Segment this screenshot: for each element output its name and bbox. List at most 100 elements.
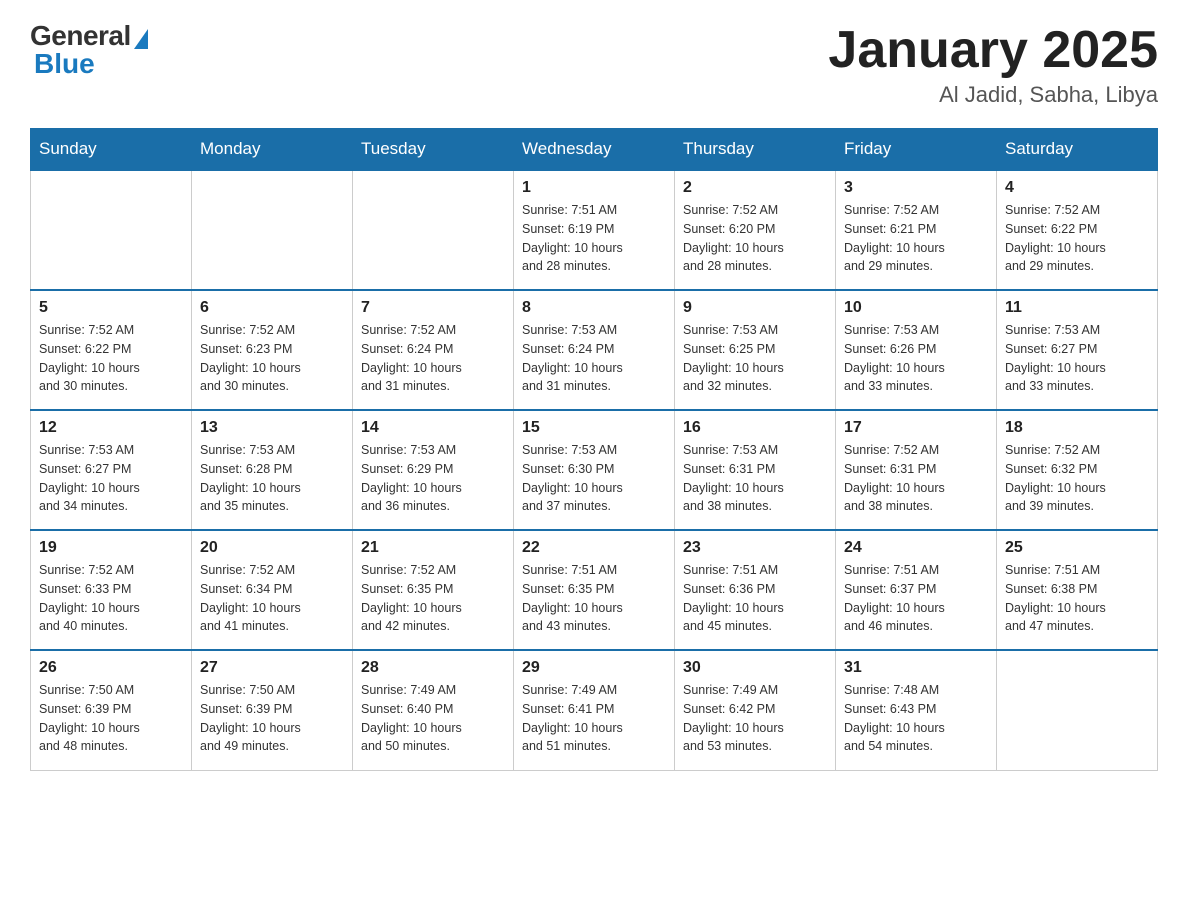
day-info: Sunrise: 7:51 AM Sunset: 6:35 PM Dayligh… bbox=[522, 561, 666, 636]
weekday-header-thursday: Thursday bbox=[675, 129, 836, 171]
calendar-cell: 24 Sunrise: 7:51 AM Sunset: 6:37 PM Dayli… bbox=[836, 530, 997, 650]
day-number: 31 bbox=[844, 659, 988, 677]
day-info: Sunrise: 7:49 AM Sunset: 6:41 PM Dayligh… bbox=[522, 681, 666, 756]
calendar-week-row: 5 Sunrise: 7:52 AM Sunset: 6:22 PM Daylig… bbox=[31, 290, 1158, 410]
calendar-cell: 19 Sunrise: 7:52 AM Sunset: 6:33 PM Dayli… bbox=[31, 530, 192, 650]
calendar-cell: 27 Sunrise: 7:50 AM Sunset: 6:39 PM Dayli… bbox=[192, 650, 353, 770]
day-info: Sunrise: 7:53 AM Sunset: 6:27 PM Dayligh… bbox=[39, 441, 183, 516]
day-info: Sunrise: 7:49 AM Sunset: 6:40 PM Dayligh… bbox=[361, 681, 505, 756]
day-number: 17 bbox=[844, 419, 988, 437]
calendar-cell: 26 Sunrise: 7:50 AM Sunset: 6:39 PM Dayli… bbox=[31, 650, 192, 770]
calendar-cell: 1 Sunrise: 7:51 AM Sunset: 6:19 PM Daylig… bbox=[514, 170, 675, 290]
calendar-cell: 11 Sunrise: 7:53 AM Sunset: 6:27 PM Dayli… bbox=[997, 290, 1158, 410]
day-number: 23 bbox=[683, 539, 827, 557]
day-info: Sunrise: 7:53 AM Sunset: 6:27 PM Dayligh… bbox=[1005, 321, 1149, 396]
day-info: Sunrise: 7:53 AM Sunset: 6:30 PM Dayligh… bbox=[522, 441, 666, 516]
calendar-cell: 9Sunrise: 7:53 AM Sunset: 6:25 PM Daylig… bbox=[675, 290, 836, 410]
calendar-cell: 14 Sunrise: 7:53 AM Sunset: 6:29 PM Dayli… bbox=[353, 410, 514, 530]
day-number: 25 bbox=[1005, 539, 1149, 557]
day-number: 7 bbox=[361, 299, 505, 317]
calendar-cell: 10Sunrise: 7:53 AM Sunset: 6:26 PM Dayli… bbox=[836, 290, 997, 410]
calendar-cell: 25Sunrise: 7:51 AM Sunset: 6:38 PM Dayli… bbox=[997, 530, 1158, 650]
weekday-header-monday: Monday bbox=[192, 129, 353, 171]
day-info: Sunrise: 7:52 AM Sunset: 6:34 PM Dayligh… bbox=[200, 561, 344, 636]
calendar-cell: 30Sunrise: 7:49 AM Sunset: 6:42 PM Dayli… bbox=[675, 650, 836, 770]
calendar-cell: 17 Sunrise: 7:52 AM Sunset: 6:31 PM Dayli… bbox=[836, 410, 997, 530]
weekday-header-friday: Friday bbox=[836, 129, 997, 171]
day-info: Sunrise: 7:52 AM Sunset: 6:32 PM Dayligh… bbox=[1005, 441, 1149, 516]
calendar-cell: 3Sunrise: 7:52 AM Sunset: 6:21 PM Daylig… bbox=[836, 170, 997, 290]
day-number: 29 bbox=[522, 659, 666, 677]
calendar-table: SundayMondayTuesdayWednesdayThursdayFrid… bbox=[30, 128, 1158, 771]
day-info: Sunrise: 7:52 AM Sunset: 6:24 PM Dayligh… bbox=[361, 321, 505, 396]
day-info: Sunrise: 7:49 AM Sunset: 6:42 PM Dayligh… bbox=[683, 681, 827, 756]
calendar-week-row: 12 Sunrise: 7:53 AM Sunset: 6:27 PM Dayli… bbox=[31, 410, 1158, 530]
calendar-cell: 6 Sunrise: 7:52 AM Sunset: 6:23 PM Daylig… bbox=[192, 290, 353, 410]
calendar-cell: 22 Sunrise: 7:51 AM Sunset: 6:35 PM Dayli… bbox=[514, 530, 675, 650]
calendar-cell: 15 Sunrise: 7:53 AM Sunset: 6:30 PM Dayli… bbox=[514, 410, 675, 530]
calendar-cell: 13 Sunrise: 7:53 AM Sunset: 6:28 PM Dayli… bbox=[192, 410, 353, 530]
day-info: Sunrise: 7:52 AM Sunset: 6:35 PM Dayligh… bbox=[361, 561, 505, 636]
day-info: Sunrise: 7:53 AM Sunset: 6:28 PM Dayligh… bbox=[200, 441, 344, 516]
calendar-cell: 20Sunrise: 7:52 AM Sunset: 6:34 PM Dayli… bbox=[192, 530, 353, 650]
day-number: 15 bbox=[522, 419, 666, 437]
day-number: 14 bbox=[361, 419, 505, 437]
day-info: Sunrise: 7:53 AM Sunset: 6:31 PM Dayligh… bbox=[683, 441, 827, 516]
day-info: Sunrise: 7:51 AM Sunset: 6:36 PM Dayligh… bbox=[683, 561, 827, 636]
day-number: 1 bbox=[522, 179, 666, 197]
day-info: Sunrise: 7:52 AM Sunset: 6:20 PM Dayligh… bbox=[683, 201, 827, 276]
calendar-cell: 12 Sunrise: 7:53 AM Sunset: 6:27 PM Dayli… bbox=[31, 410, 192, 530]
calendar-cell: 7 Sunrise: 7:52 AM Sunset: 6:24 PM Daylig… bbox=[353, 290, 514, 410]
calendar-cell: 8Sunrise: 7:53 AM Sunset: 6:24 PM Daylig… bbox=[514, 290, 675, 410]
weekday-header-wednesday: Wednesday bbox=[514, 129, 675, 171]
day-info: Sunrise: 7:51 AM Sunset: 6:37 PM Dayligh… bbox=[844, 561, 988, 636]
page-header: General Blue January 2025 Al Jadid, Sabh… bbox=[30, 20, 1158, 108]
day-number: 22 bbox=[522, 539, 666, 557]
day-number: 19 bbox=[39, 539, 183, 557]
day-number: 27 bbox=[200, 659, 344, 677]
day-number: 2 bbox=[683, 179, 827, 197]
calendar-cell: 23 Sunrise: 7:51 AM Sunset: 6:36 PM Dayli… bbox=[675, 530, 836, 650]
calendar-cell: 2 Sunrise: 7:52 AM Sunset: 6:20 PM Daylig… bbox=[675, 170, 836, 290]
day-info: Sunrise: 7:52 AM Sunset: 6:22 PM Dayligh… bbox=[39, 321, 183, 396]
calendar-cell bbox=[997, 650, 1158, 770]
weekday-header-saturday: Saturday bbox=[997, 129, 1158, 171]
day-number: 11 bbox=[1005, 299, 1149, 317]
day-number: 26 bbox=[39, 659, 183, 677]
calendar-cell bbox=[353, 170, 514, 290]
day-info: Sunrise: 7:50 AM Sunset: 6:39 PM Dayligh… bbox=[39, 681, 183, 756]
day-info: Sunrise: 7:50 AM Sunset: 6:39 PM Dayligh… bbox=[200, 681, 344, 756]
day-info: Sunrise: 7:51 AM Sunset: 6:19 PM Dayligh… bbox=[522, 201, 666, 276]
day-info: Sunrise: 7:48 AM Sunset: 6:43 PM Dayligh… bbox=[844, 681, 988, 756]
calendar-cell: 31 Sunrise: 7:48 AM Sunset: 6:43 PM Dayli… bbox=[836, 650, 997, 770]
calendar-cell: 16 Sunrise: 7:53 AM Sunset: 6:31 PM Dayli… bbox=[675, 410, 836, 530]
day-info: Sunrise: 7:53 AM Sunset: 6:29 PM Dayligh… bbox=[361, 441, 505, 516]
day-info: Sunrise: 7:52 AM Sunset: 6:23 PM Dayligh… bbox=[200, 321, 344, 396]
day-number: 16 bbox=[683, 419, 827, 437]
day-info: Sunrise: 7:52 AM Sunset: 6:21 PM Dayligh… bbox=[844, 201, 988, 276]
day-number: 9 bbox=[683, 299, 827, 317]
title-section: January 2025 Al Jadid, Sabha, Libya bbox=[828, 20, 1158, 108]
day-info: Sunrise: 7:52 AM Sunset: 6:31 PM Dayligh… bbox=[844, 441, 988, 516]
day-number: 8 bbox=[522, 299, 666, 317]
calendar-cell: 29 Sunrise: 7:49 AM Sunset: 6:41 PM Dayli… bbox=[514, 650, 675, 770]
day-number: 10 bbox=[844, 299, 988, 317]
day-number: 12 bbox=[39, 419, 183, 437]
calendar-cell: 21 Sunrise: 7:52 AM Sunset: 6:35 PM Dayli… bbox=[353, 530, 514, 650]
calendar-week-row: 1 Sunrise: 7:51 AM Sunset: 6:19 PM Daylig… bbox=[31, 170, 1158, 290]
day-info: Sunrise: 7:52 AM Sunset: 6:33 PM Dayligh… bbox=[39, 561, 183, 636]
weekday-header-sunday: Sunday bbox=[31, 129, 192, 171]
day-number: 6 bbox=[200, 299, 344, 317]
day-number: 4 bbox=[1005, 179, 1149, 197]
day-number: 5 bbox=[39, 299, 183, 317]
day-number: 13 bbox=[200, 419, 344, 437]
logo-blue-text: Blue bbox=[34, 48, 95, 80]
day-number: 21 bbox=[361, 539, 505, 557]
calendar-cell bbox=[31, 170, 192, 290]
day-number: 18 bbox=[1005, 419, 1149, 437]
day-info: Sunrise: 7:52 AM Sunset: 6:22 PM Dayligh… bbox=[1005, 201, 1149, 276]
calendar-cell: 4 Sunrise: 7:52 AM Sunset: 6:22 PM Daylig… bbox=[997, 170, 1158, 290]
logo: General Blue bbox=[30, 20, 148, 80]
calendar-week-row: 26 Sunrise: 7:50 AM Sunset: 6:39 PM Dayli… bbox=[31, 650, 1158, 770]
day-number: 24 bbox=[844, 539, 988, 557]
